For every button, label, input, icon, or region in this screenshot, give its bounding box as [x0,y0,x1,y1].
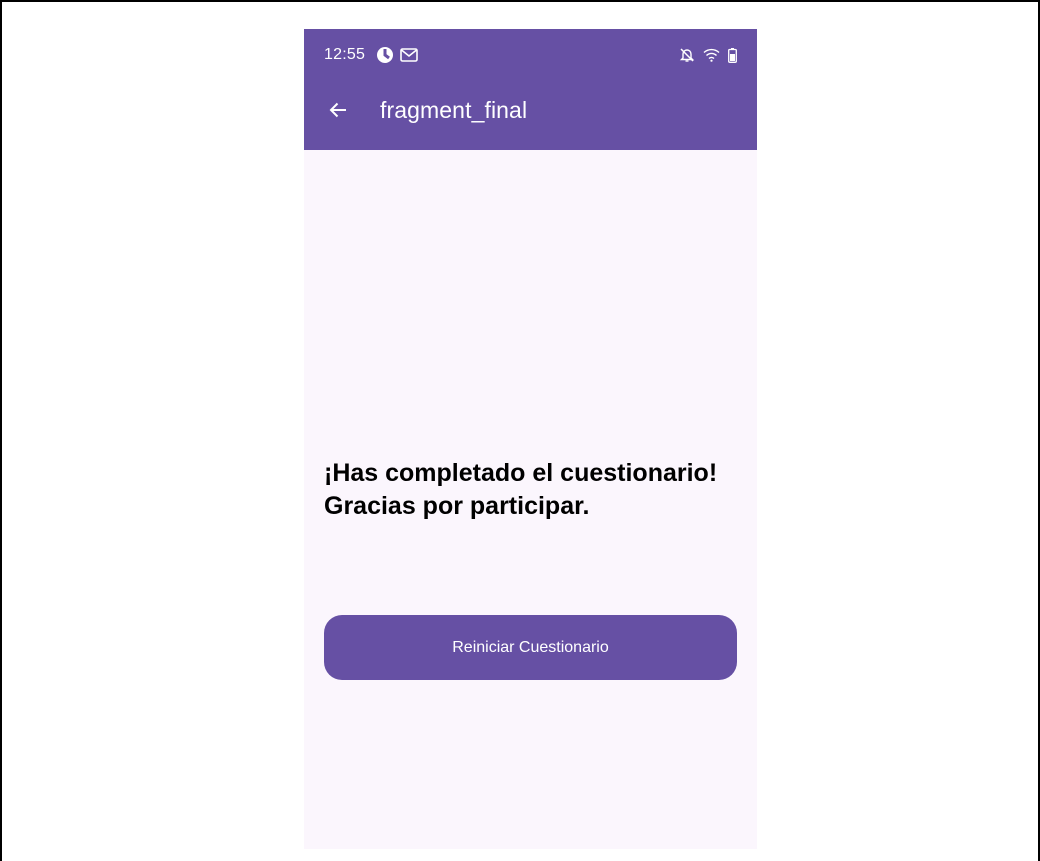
restart-quiz-button-label: Reiniciar Cuestionario [452,638,609,656]
status-time: 12:55 [324,46,366,63]
restart-quiz-button[interactable]: Reiniciar Cuestionario [324,615,737,680]
back-button[interactable] [318,92,358,132]
app-notification-icon [376,46,394,69]
status-left-icons [376,46,418,69]
wifi-icon [703,48,720,67]
status-right-icons [679,47,737,68]
completion-message: ¡Has completado el cuestionario! Gracias… [324,459,718,520]
notifications-off-icon [679,47,695,68]
gmail-icon [400,47,418,68]
arrow-back-icon [328,100,348,125]
battery-icon [728,47,737,68]
app-bar: fragment_final [304,81,757,150]
phone-screen: 12:55 fragment_final ¡Has completado el … [304,29,757,849]
screenshot-frame: 12:55 fragment_final ¡Has completado el … [0,0,1040,861]
page-title: fragment_final [380,97,528,123]
status-bar: 12:55 [304,29,757,81]
